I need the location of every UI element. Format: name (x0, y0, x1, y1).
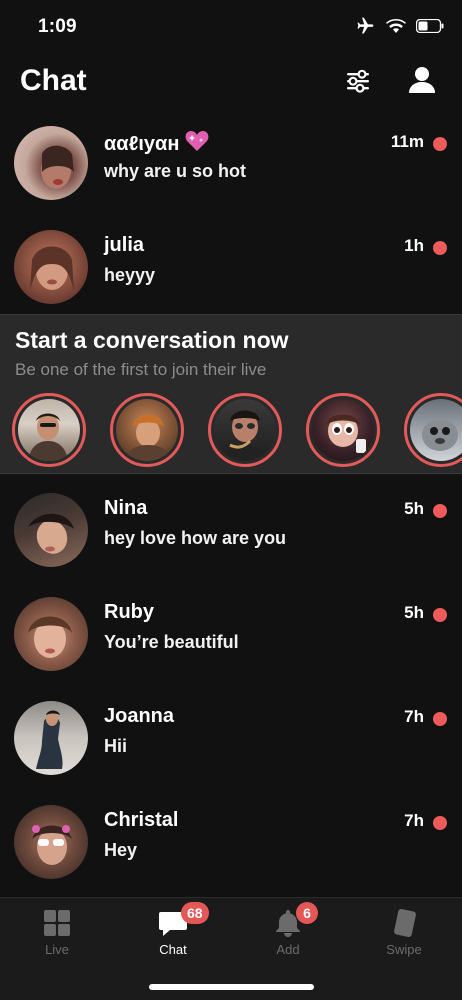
live-avatar-photo (116, 399, 178, 461)
avatar (14, 805, 88, 879)
avatar (14, 126, 88, 200)
last-message: Hii (104, 736, 128, 756)
tab-label: Swipe (386, 942, 422, 957)
live-avatar-photo (410, 399, 462, 461)
message-time: 11m (390, 132, 424, 151)
unread-dot (433, 241, 447, 255)
contact-name-text: ααℓιуαн (104, 133, 180, 155)
unread-dot (433, 712, 447, 726)
chat-list-top: ααℓιуαн why are u so hot 11m julia heyyy… (0, 108, 462, 316)
unread-dot (433, 608, 447, 622)
live-avatar[interactable] (208, 393, 282, 467)
message-time: 1h (404, 236, 424, 255)
tab-label: Add (276, 942, 300, 957)
chat-row[interactable]: julia heyyy 1h (0, 212, 462, 316)
contact-name: Ruby (104, 601, 154, 623)
last-message: heyyy (104, 265, 156, 285)
wifi-icon (386, 19, 406, 33)
live-section: Start a conversation now Be one of the f… (0, 314, 462, 474)
chat-row[interactable]: Joanna Hii 7h (0, 683, 462, 787)
contact-name: ααℓιуαн (104, 130, 209, 158)
tab-label: Live (45, 942, 69, 957)
live-avatar[interactable] (110, 393, 184, 467)
chat-row[interactable]: Nina hey love how are you 5h (0, 475, 462, 579)
live-section-subtitle: Be one of the first to join their live (15, 360, 267, 379)
avatar (14, 597, 88, 671)
status-icons (354, 16, 444, 36)
chat-unread-badge: 68 (181, 902, 209, 924)
message-time: 5h (404, 603, 424, 622)
chat-row[interactable]: Christal Hey 7h (0, 787, 462, 891)
header: Chat (0, 56, 462, 108)
live-avatar-photo (312, 399, 374, 461)
profile-button[interactable] (406, 64, 438, 96)
status-time: 1:09 (38, 16, 77, 37)
live-avatar[interactable] (306, 393, 380, 467)
live-section-title: Start a conversation now (15, 327, 289, 353)
live-avatar[interactable] (12, 393, 86, 467)
contact-name: Nina (104, 497, 148, 519)
sparkling-heart-icon (185, 130, 209, 158)
contact-name: Joanna (104, 705, 175, 727)
message-time: 7h (404, 811, 424, 830)
filter-settings-button[interactable] (343, 66, 373, 96)
status-bar: 1:09 (0, 0, 462, 56)
contact-name: julia (104, 234, 145, 256)
unread-dot (433, 504, 447, 518)
chat-row[interactable]: ααℓιуαн why are u so hot 11m (0, 108, 462, 212)
avatar (14, 230, 88, 304)
live-avatar-photo (18, 399, 80, 461)
chat-list-bottom: Nina hey love how are you 5h Ruby You’re… (0, 475, 462, 891)
avatar (14, 701, 88, 775)
last-message: why are u so hot (104, 161, 247, 181)
last-message: You’re beautiful (104, 632, 239, 652)
last-message: hey love how are you (104, 528, 287, 548)
avatar (14, 493, 88, 567)
airplane-icon (357, 17, 374, 34)
message-time: 7h (404, 707, 424, 726)
grid-icon (44, 910, 70, 936)
tab-swipe[interactable]: Swipe (364, 906, 444, 962)
tab-live[interactable]: Live (17, 906, 97, 962)
message-time: 5h (404, 499, 424, 518)
home-indicator[interactable] (149, 984, 314, 990)
tab-chat[interactable]: 68 Chat (133, 902, 213, 962)
tab-label: Chat (159, 942, 187, 957)
card-icon (394, 908, 416, 938)
unread-dot (433, 137, 447, 151)
sliders-icon (347, 69, 369, 93)
page-title: Chat (20, 64, 87, 97)
tab-add[interactable]: 6 Add (248, 902, 328, 962)
live-avatar[interactable] (404, 393, 462, 467)
user-icon (409, 67, 435, 93)
contact-name: Christal (104, 809, 179, 831)
notification-badge: 6 (296, 902, 318, 924)
chat-row[interactable]: Ruby You’re beautiful 5h (0, 579, 462, 683)
live-avatar-photo (214, 399, 276, 461)
battery-icon (416, 19, 444, 33)
unread-dot (433, 816, 447, 830)
last-message: Hey (104, 840, 138, 860)
